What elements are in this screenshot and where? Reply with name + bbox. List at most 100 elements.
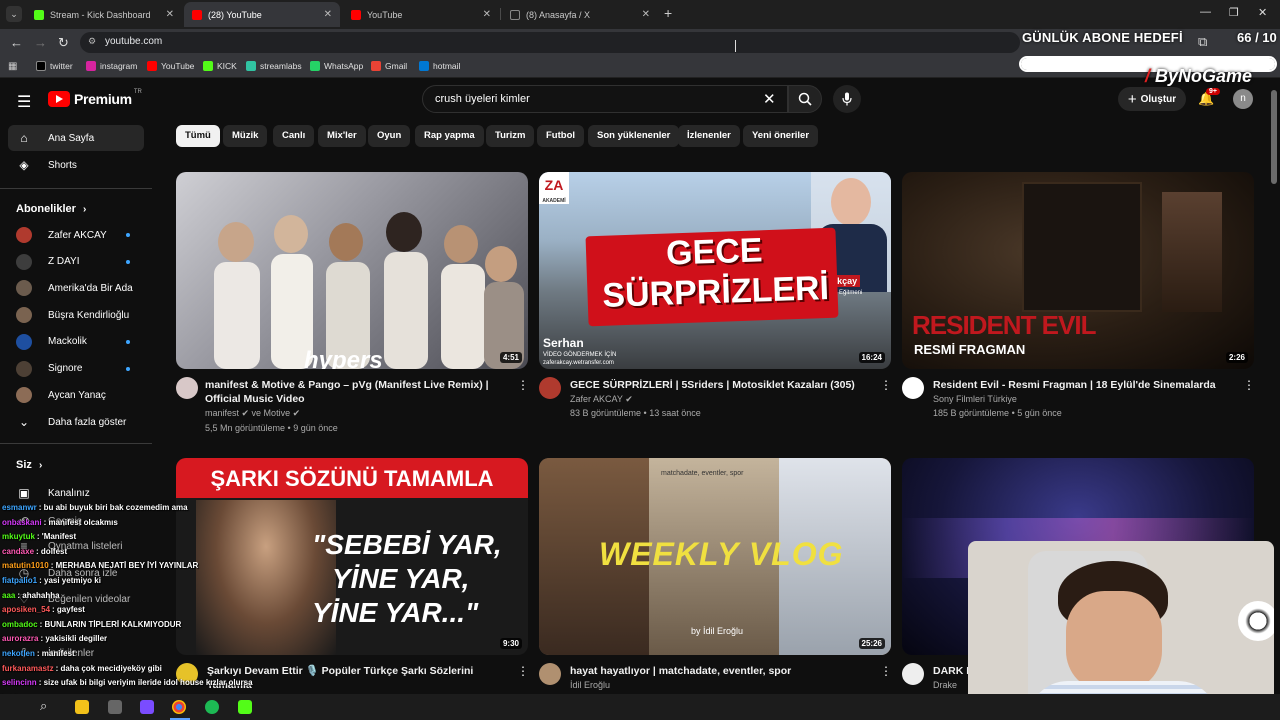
tab-youtube[interactable]: YouTube ✕ [343,2,499,27]
channel-avatar[interactable] [176,377,198,399]
voice-search-button[interactable] [833,85,861,113]
bookmark-hotmail[interactable]: hotmail [419,61,460,71]
chat-message: onbaskani: manifest olcakmıs [2,518,118,527]
more-actions-icon[interactable]: ⋮ [880,378,892,392]
channel-avatar[interactable] [902,663,924,685]
search-button[interactable] [788,85,822,113]
video-thumbnail[interactable]: matchadate, eventler, spor WEEKLY VLOG b… [539,458,891,655]
you-heading[interactable]: Siz › [16,459,42,471]
youtube-premium-logo[interactable]: Premium TR [48,89,142,107]
bookmark-streamlabs[interactable]: streamlabs [246,61,302,71]
sidebar-item-subscription[interactable]: Büşra Kendirlioğlu [8,302,144,328]
view-count: 83 B görüntüleme [570,408,642,418]
tab-youtube-active[interactable]: (28) YouTube ✕ [184,2,340,27]
filter-chip[interactable]: Mix'ler [318,125,366,147]
channel-name[interactable]: Drake [933,678,957,693]
kick-icon[interactable] [238,700,252,714]
close-icon[interactable]: ✕ [166,9,174,20]
sidebar-item-subscription[interactable]: Signore [8,356,144,382]
bookmark-youtube[interactable]: YouTube [147,61,194,71]
channel-name[interactable]: Zafer AKCAY ✔ [570,392,633,407]
sidebar-item-subscription[interactable]: Amerika'da Bir Ada [8,275,144,301]
filter-chip[interactable]: Son yüklenenler [588,125,680,147]
sidebar-item-subscription[interactable]: Mackolik [8,329,144,355]
account-avatar[interactable]: n [1233,89,1253,109]
bookmark-gmail[interactable]: Gmail [371,61,407,71]
tab-x[interactable]: (8) Anasayfa / X ✕ [502,2,658,27]
video-thumbnail[interactable]: ŞARKI SÖZÜNÜ TAMAMLA "SEBEBİ YAR, YİNE Y… [176,458,528,655]
more-actions-icon[interactable]: ⋮ [517,378,529,392]
show-more-button[interactable]: ⌄ Daha fazla göster [8,409,144,435]
logo-text: Premium [74,91,132,107]
video-thumbnail[interactable]: hypers 4:51 [176,172,528,369]
app-icon[interactable] [108,700,122,714]
thumbnail-caption: RESIDENT EVIL [912,310,1096,340]
clear-search-icon[interactable]: ✕ [763,90,776,108]
more-actions-icon[interactable]: ⋮ [880,664,892,678]
tab-separator [500,8,501,20]
video-thumbnail[interactable]: ZA AKADEMİ r Akçay rüş Eğitmeni GECE SÜRP… [539,172,891,369]
channel-name[interactable]: İdil Eroğlu [570,678,610,693]
video-title[interactable]: DARK L [933,664,973,678]
video-title[interactable]: manifest & Motive & Pango – pVg (Manifes… [205,378,505,406]
create-button[interactable]: + Oluştur [1118,87,1186,111]
tab-search-icon[interactable]: ⌄ [6,6,22,22]
sidebar-item-label: Büşra Kendirlioğlu [48,309,130,321]
channel-name[interactable]: manifest ✔ ve Motive ✔ [205,406,300,421]
filter-chip[interactable]: Tümü [176,125,220,147]
bookmark-kick[interactable]: KICK [203,61,237,71]
search-input[interactable]: crush üyeleri kimler ✕ [422,85,788,113]
filter-chip[interactable]: Müzik [223,125,268,147]
video-thumbnail[interactable]: RESIDENT EVIL RESMİ FRAGMAN 2:26 [902,172,1254,369]
chrome-icon[interactable] [172,700,186,714]
discord-icon[interactable] [140,700,154,714]
bookmark-twitter[interactable]: twitter [36,61,73,71]
filter-chip[interactable]: Oyun [368,125,411,147]
sidebar-item-subscription[interactable]: Z DAYI [8,249,144,275]
filter-chip[interactable]: Turizm [486,125,535,147]
tab-kick-dashboard[interactable]: Stream - Kick Dashboard ✕ [26,2,182,27]
filter-chip[interactable]: İzlenenler [678,125,740,147]
channel-name[interactable]: Sony Filmleri Türkiye [933,392,1017,407]
bookmark-instagram[interactable]: instagram [86,61,137,71]
site-info-icon[interactable]: ⚙ [88,36,96,47]
menu-icon[interactable]: ☰ [17,92,31,112]
sidebar-item-subscription[interactable]: Zafer AKCAY [8,222,144,248]
close-icon[interactable]: ✕ [642,9,650,20]
new-content-dot [126,339,130,344]
file-explorer-icon[interactable] [75,700,89,714]
video-title[interactable]: GECE SÜRPRİZLERİ | 5Sriders | Motosiklet… [570,378,870,392]
apps-grid-icon[interactable]: ▦ [8,61,17,72]
subscriptions-heading[interactable]: Abonelikler › [16,203,86,215]
close-icon[interactable]: ✕ [324,9,332,20]
sidebar-item-home[interactable]: ⌂ Ana Sayfa [8,125,144,151]
video-title[interactable]: hayat hayatlıyor | matchadate, eventler,… [570,664,870,678]
channel-avatar[interactable] [539,663,561,685]
upload-age: 13 saat önce [649,408,701,418]
restore-icon[interactable]: ❐ [1229,6,1239,19]
more-actions-icon[interactable]: ⋮ [517,664,529,678]
minimize-icon[interactable]: — [1200,6,1211,18]
forward-icon[interactable]: → [34,35,47,50]
extensions-icon[interactable]: ⧉ [1198,34,1207,50]
bookmark-whatsapp[interactable]: WhatsApp [310,61,363,71]
sidebar-item-shorts[interactable]: ◈ Shorts [8,152,144,178]
filter-chip[interactable]: Futbol [537,125,585,147]
video-title[interactable]: Resident Evil - Resmi Fragman | 18 Eylül… [933,378,1233,392]
reload-icon[interactable]: ↻ [58,35,69,51]
filter-chip[interactable]: Rap yapma [415,125,484,147]
filter-chip[interactable]: Yeni öneriler [743,125,819,147]
page-scrollbar[interactable] [1271,90,1277,184]
more-actions-icon[interactable]: ⋮ [1243,378,1255,392]
sidebar-item-subscription[interactable]: Aycan Yanaç [8,382,144,408]
window-close-icon[interactable]: ✕ [1258,6,1267,19]
search-icon[interactable]: ⌕ [40,698,47,714]
back-icon[interactable]: ← [10,35,23,50]
close-icon[interactable]: ✕ [483,9,491,20]
channel-avatar[interactable] [539,377,561,399]
address-bar[interactable]: ⚙ youtube.com [80,32,1020,53]
channel-avatar[interactable] [902,377,924,399]
spotify-icon[interactable] [205,700,219,714]
filter-chip[interactable]: Canlı [273,125,315,147]
new-tab-icon[interactable]: + [664,5,672,21]
